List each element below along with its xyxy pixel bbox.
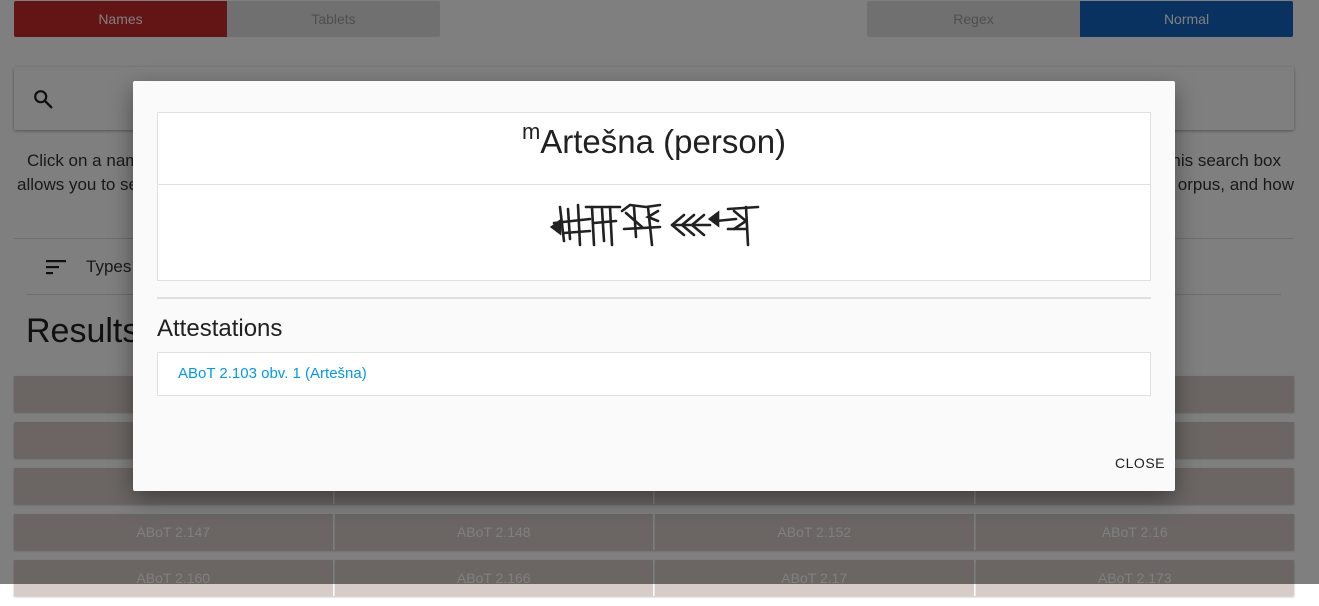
modal-divider bbox=[157, 297, 1151, 299]
name-card: mArtešna (person) bbox=[157, 112, 1151, 281]
attestation-link[interactable]: ABoT 2.103 obv. 1 (Artešna) bbox=[178, 365, 367, 382]
cuneiform-sign-image bbox=[550, 203, 760, 247]
attestations-title: Attestations bbox=[157, 315, 283, 342]
close-button[interactable]: CLOSE bbox=[1115, 453, 1165, 473]
attestations-list: ABoT 2.103 obv. 1 (Artešna) bbox=[157, 352, 1151, 396]
name-title-text: Artešna (person) bbox=[540, 123, 787, 160]
name-detail-modal: mArtešna (person) Attestations ABoT 2.10… bbox=[133, 81, 1175, 491]
name-title: mArtešna (person) bbox=[158, 113, 1150, 185]
determinative-prefix: m bbox=[521, 119, 541, 144]
